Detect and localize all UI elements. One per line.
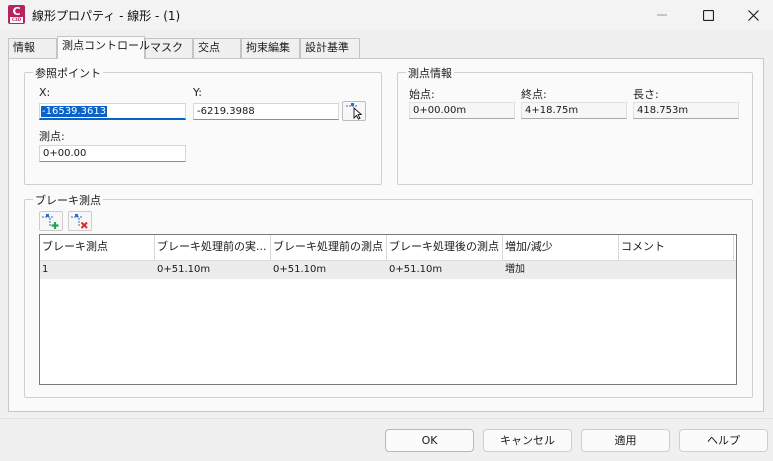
- close-button[interactable]: [730, 0, 773, 30]
- pick-point-button[interactable]: [342, 101, 366, 121]
- start-station-field: 0+00.00m: [409, 102, 515, 119]
- table-row[interactable]: 1 0+51.10m 0+51.10m 0+51.10m 増加: [40, 261, 736, 279]
- y-label: Y:: [193, 86, 202, 99]
- delete-station-equation-button[interactable]: [68, 211, 92, 231]
- station-label: 測点:: [39, 130, 65, 143]
- pick-point-icon: [346, 103, 363, 120]
- cell-station-ahead: 0+51.10m: [389, 264, 443, 275]
- column-header-station-equation[interactable]: ブレーキ測点: [40, 235, 155, 261]
- help-button[interactable]: ヘルプ: [679, 429, 768, 452]
- add-station-equation-button[interactable]: [39, 211, 63, 231]
- title-bar: C C3D 線形プロパティ - 線形 - (1): [0, 0, 773, 30]
- tab-station-control[interactable]: 測点コントロール: [57, 36, 150, 59]
- tab-info[interactable]: 情報: [8, 38, 57, 58]
- column-header-increase-decrease[interactable]: 増加/減少: [503, 235, 619, 261]
- cell-increase-decrease: 増加: [505, 264, 525, 275]
- delete-station-equation-icon: [71, 214, 88, 229]
- footer-divider: [0, 418, 773, 419]
- end-station-label: 終点:: [521, 88, 547, 101]
- column-header-comment[interactable]: コメント: [619, 235, 734, 261]
- x-label: X:: [39, 86, 51, 99]
- group-title: 参照ポイント: [33, 65, 103, 81]
- reference-point-group: 参照ポイント: [24, 65, 382, 185]
- window-title: 線形プロパティ - 線形 - (1): [32, 9, 181, 23]
- maximize-button[interactable]: [685, 0, 731, 30]
- length-field: 418.753m: [633, 102, 739, 119]
- minimize-icon: [657, 14, 667, 16]
- station-equations-table[interactable]: ブレーキ測点 ブレーキ処理前の実... ブレーキ処理前の測点 ブレーキ処理後の測…: [39, 234, 737, 385]
- length-label: 長さ:: [633, 88, 659, 101]
- cell-comment: [619, 261, 734, 279]
- minimize-button[interactable]: [639, 0, 685, 30]
- table-header: ブレーキ測点 ブレーキ処理前の実... ブレーキ処理前の測点 ブレーキ処理後の測…: [40, 235, 736, 261]
- tab-intersection[interactable]: 交点: [193, 38, 241, 58]
- tab-constraint-editing[interactable]: 拘束編集: [241, 38, 300, 58]
- cell-station-back: 0+51.10m: [273, 264, 327, 275]
- tab-masking[interactable]: マスク: [145, 38, 193, 58]
- start-station-label: 始点:: [409, 88, 435, 101]
- cell-raw-station-back: 0+51.10m: [157, 264, 211, 275]
- station-information-group: 測点情報: [397, 65, 753, 185]
- column-header-raw-station-back[interactable]: ブレーキ処理前の実...: [155, 235, 271, 261]
- column-header-station-back[interactable]: ブレーキ処理前の測点: [271, 235, 387, 261]
- add-station-equation-icon: [42, 214, 59, 229]
- maximize-icon: [702, 9, 714, 21]
- tab-design-criteria[interactable]: 設計基準: [300, 38, 360, 58]
- end-station-field: 4+18.75m: [521, 102, 627, 119]
- group-title: 測点情報: [406, 65, 454, 81]
- station-field[interactable]: 0+00.00: [39, 145, 186, 162]
- x-coordinate-field[interactable]: -16539.3613: [39, 103, 186, 120]
- cancel-button[interactable]: キャンセル: [483, 429, 572, 452]
- group-title: ブレーキ測点: [33, 192, 103, 208]
- apply-button[interactable]: 適用: [581, 429, 670, 452]
- column-header-station-ahead[interactable]: ブレーキ処理後の測点: [387, 235, 503, 261]
- cell-station-equation-number: 1: [42, 264, 49, 275]
- y-coordinate-field[interactable]: -6219.3988: [193, 103, 339, 120]
- x-coordinate-value: -16539.3613: [41, 106, 108, 117]
- ok-button[interactable]: OK: [385, 429, 474, 452]
- civil3d-app-icon: C C3D: [8, 5, 25, 24]
- close-icon: [747, 9, 759, 21]
